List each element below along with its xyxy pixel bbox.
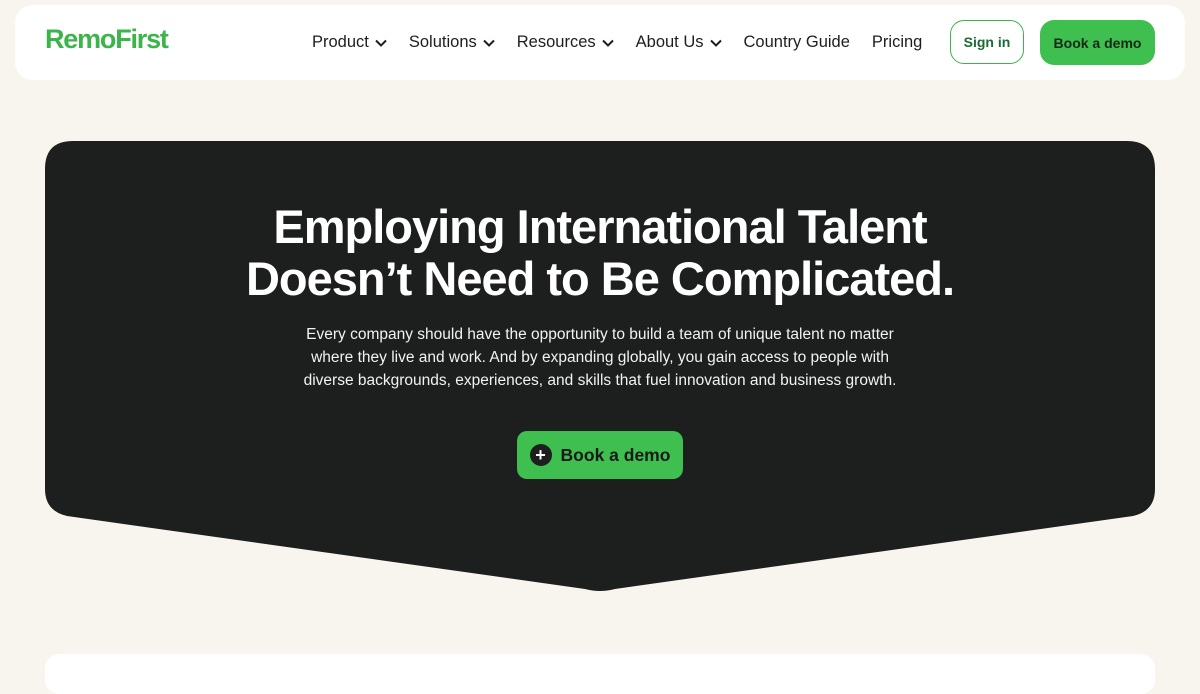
chevron-down-icon — [483, 39, 495, 47]
nav-item-label: Pricing — [871, 33, 923, 51]
nav-item-label: Solutions — [408, 33, 477, 51]
chevron-down-icon — [375, 39, 387, 47]
nav-item-label: Resources — [516, 33, 596, 51]
nav-item-label: Country Guide — [743, 33, 850, 51]
nav-item-country-guide[interactable]: Country Guide — [744, 33, 850, 52]
hero-book-demo-label: Book a demo — [560, 444, 671, 465]
main-nav: Product Solutions Resources About Us Cou… — [312, 5, 944, 80]
hero-title-line-1: Employing International Talent — [273, 200, 927, 253]
nav-item-solutions[interactable]: Solutions — [409, 33, 495, 52]
remofirst-logo[interactable]: RemoFirst — [45, 24, 169, 55]
nav-item-resources[interactable]: Resources — [517, 33, 614, 52]
nav-item-pricing[interactable]: Pricing — [872, 33, 922, 52]
sign-in-button[interactable]: Sign in — [950, 20, 1024, 64]
next-section-card — [45, 654, 1155, 694]
nav-item-about-us[interactable]: About Us — [636, 33, 722, 52]
hero-section: Employing International Talent Doesn’t N… — [45, 141, 1155, 479]
book-demo-button[interactable]: Book a demo — [1040, 20, 1155, 65]
nav-item-product[interactable]: Product — [312, 33, 387, 52]
nav-item-label: Product — [312, 33, 369, 51]
plus-circle-icon: + — [529, 444, 552, 466]
hero-subtitle: Every company should have the opportunit… — [303, 326, 897, 389]
top-navbar: RemoFirst Product Solutions Resources Ab… — [15, 5, 1185, 80]
hero-book-demo-button[interactable]: + Book a demo — [517, 431, 683, 479]
chevron-down-icon — [601, 39, 614, 47]
hero-title-line-2: Doesn’t Need to Be Complicated. — [245, 252, 955, 305]
nav-item-label: About Us — [635, 33, 704, 51]
hero-title: Employing International Talent Doesn’t N… — [150, 201, 1050, 305]
chevron-down-icon — [709, 39, 722, 47]
